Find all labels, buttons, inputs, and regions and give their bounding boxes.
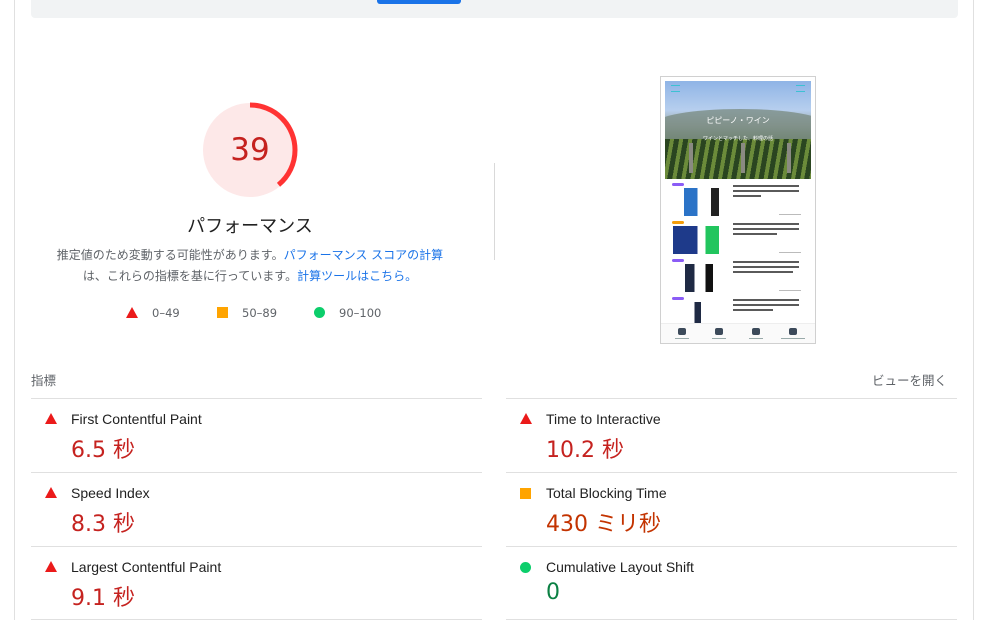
metric-cumulative-layout-shift: Cumulative Layout Shift 0 xyxy=(506,546,957,620)
nav-label xyxy=(749,338,763,339)
thumbnail-site-title: ピピーノ・ワイン xyxy=(706,116,770,125)
post-date xyxy=(779,252,801,253)
legend-fail: 0–49 xyxy=(126,304,180,322)
post-line xyxy=(733,228,799,230)
post-image xyxy=(673,188,727,216)
legend-average: 50–89 xyxy=(217,304,277,322)
search-icon xyxy=(796,85,805,92)
metric-name: Speed Index xyxy=(71,485,150,501)
thumbnail-subtitle: ワインとマッチした、料理の話 xyxy=(702,136,773,142)
triangle-icon xyxy=(126,307,138,318)
thumbnail-post xyxy=(669,221,811,259)
metric-speed-index: Speed Index 8.3 秒 xyxy=(31,472,482,546)
post-line xyxy=(733,195,761,197)
triangle-icon xyxy=(45,413,57,424)
post-image xyxy=(673,264,727,292)
post-date xyxy=(779,214,801,215)
post-line xyxy=(733,261,799,263)
score-calculation-link[interactable]: パフォーマンス スコアの計算 xyxy=(284,248,444,262)
metric-first-contentful-paint: First Contentful Paint 6.5 秒 xyxy=(31,398,482,472)
legend-label: 0–49 xyxy=(152,306,180,320)
post-line xyxy=(733,271,793,273)
writer-icon xyxy=(752,328,760,335)
thumbnail-bottom-nav xyxy=(661,323,815,343)
square-icon xyxy=(217,307,228,318)
home-icon xyxy=(678,328,686,335)
square-icon xyxy=(520,488,531,499)
metric-largest-contentful-paint: Largest Contentful Paint 9.1 秒 xyxy=(31,546,482,620)
metric-value: 8.3 秒 xyxy=(71,512,135,537)
post-line xyxy=(733,309,773,311)
performance-score: 39 xyxy=(230,132,270,168)
metric-name: Time to Interactive xyxy=(546,411,661,427)
metric-value: 430 ミリ秒 xyxy=(546,512,661,537)
final-screenshot-thumbnail[interactable]: ピピーノ・ワイン ワインとマッチした、料理の話 xyxy=(660,76,816,344)
triangle-icon xyxy=(520,413,532,424)
post-tag xyxy=(672,183,684,186)
menu-icon xyxy=(671,85,680,92)
hero-post xyxy=(787,143,791,173)
triangle-icon xyxy=(45,561,57,572)
metric-total-blocking-time: Total Blocking Time 430 ミリ秒 xyxy=(506,472,957,546)
hero-post xyxy=(741,143,745,173)
description-text: 推定値のため変動する可能性があります。 xyxy=(56,248,284,262)
thumbnail-post xyxy=(669,259,811,297)
post-line xyxy=(733,304,799,306)
post-line xyxy=(733,185,799,187)
thumbnail-post xyxy=(669,183,811,221)
sitemap-icon xyxy=(715,328,723,335)
post-tag xyxy=(672,297,684,300)
nav-label xyxy=(781,338,805,339)
triangle-icon xyxy=(45,487,57,498)
post-date xyxy=(779,290,801,291)
gauge-title: パフォーマンス xyxy=(187,216,313,237)
metric-time-to-interactive: Time to Interactive 10.2 秒 xyxy=(506,398,957,472)
metric-name: Total Blocking Time xyxy=(546,485,667,501)
post-line xyxy=(733,299,799,301)
post-line xyxy=(733,266,799,268)
report-tabs-bar xyxy=(31,0,958,18)
post-line xyxy=(733,233,777,235)
calculator-link[interactable]: 計算ツールはこちら。 xyxy=(297,269,417,283)
performance-gauge: 39 xyxy=(201,101,299,199)
metric-name: First Contentful Paint xyxy=(71,411,202,427)
score-description: 推定値のため変動する可能性があります。パフォーマンス スコアの計算 は、これらの… xyxy=(40,245,460,287)
legend-pass: 90–100 xyxy=(314,304,381,322)
chat-icon xyxy=(789,328,797,335)
post-image xyxy=(673,226,727,254)
legend-label: 90–100 xyxy=(339,306,382,320)
vertical-divider xyxy=(494,163,495,260)
thumbnail-hero-image: ピピーノ・ワイン ワインとマッチした、料理の話 xyxy=(665,81,811,179)
metric-name: Largest Contentful Paint xyxy=(71,559,222,575)
nav-label xyxy=(712,338,726,339)
metrics-header: 指標 xyxy=(31,373,57,388)
legend-label: 50–89 xyxy=(242,306,278,320)
metric-value: 10.2 秒 xyxy=(546,438,624,463)
metric-name: Cumulative Layout Shift xyxy=(546,559,694,575)
nav-label xyxy=(675,338,689,339)
post-tag xyxy=(672,221,684,224)
post-tag xyxy=(672,259,684,262)
post-line xyxy=(733,190,799,192)
post-line xyxy=(733,223,799,225)
metric-value: 0 xyxy=(546,580,560,605)
description-text-middle: は、これらの指標を基に行っています。 xyxy=(82,269,298,283)
metric-value: 9.1 秒 xyxy=(71,586,135,611)
active-tab-indicator xyxy=(377,0,461,4)
metric-value: 6.5 秒 xyxy=(71,438,135,463)
circle-icon xyxy=(314,307,325,318)
circle-icon xyxy=(520,562,531,573)
expand-view-toggle[interactable]: ビューを開く xyxy=(872,370,947,389)
hero-post xyxy=(689,143,693,173)
